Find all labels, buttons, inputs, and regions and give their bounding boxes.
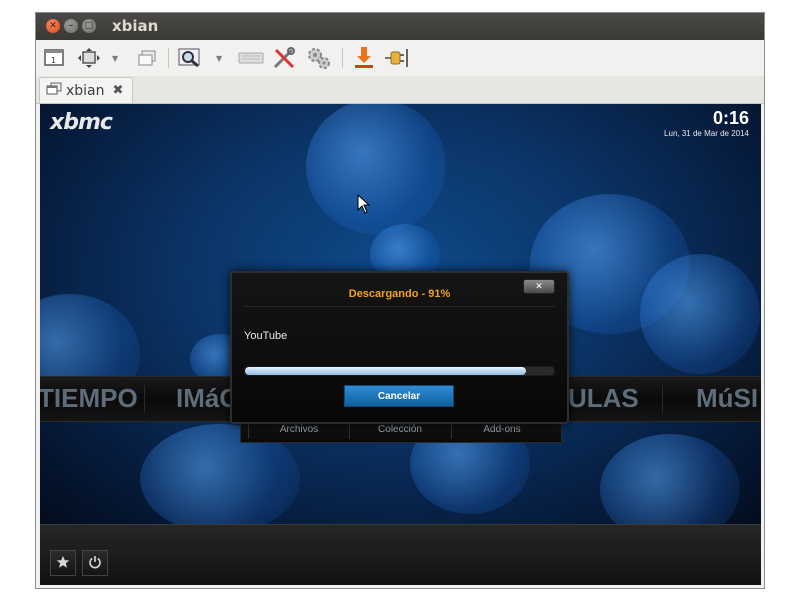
cancel-button[interactable]: Cancelar (344, 385, 454, 407)
maximize-window-button[interactable]: □ (82, 19, 96, 33)
power-button[interactable] (82, 550, 108, 576)
tools-icon[interactable] (272, 47, 296, 69)
download-item-label: YouTube (244, 330, 288, 342)
download-progress-fill (245, 367, 527, 375)
close-window-button[interactable]: ✕ (46, 19, 60, 33)
svg-text:1: 1 (51, 56, 56, 65)
toolbar: 1 ▼ ▼ (36, 40, 764, 76)
close-tab-icon[interactable]: ✖ (113, 83, 124, 98)
tab-bar: xbian ✖ (36, 76, 764, 104)
minimize-window-button[interactable]: – (64, 19, 78, 33)
download-icon[interactable] (352, 47, 376, 69)
submenu-item-files[interactable]: Archivos (249, 424, 349, 435)
dialog-close-button[interactable]: ✕ (523, 279, 555, 294)
submenu-item-addons[interactable]: Add-ons (452, 424, 552, 435)
download-dialog: Descargando - 91% ✕ YouTube Cancelar (230, 271, 569, 424)
remote-screen[interactable]: xbmc 0:16 Lun, 31 de Mar de 2014 TIEMPO … (40, 104, 761, 585)
dialog-divider (244, 306, 555, 307)
menu-item-weather[interactable]: TIEMPO (40, 383, 138, 414)
screen-icon[interactable]: 1 (42, 47, 66, 69)
date-label: Lun, 31 de Mar de 2014 (664, 129, 749, 138)
chevron-down-icon[interactable]: ▼ (216, 54, 222, 63)
tab-xbian[interactable]: xbian ✖ (39, 77, 133, 103)
clock: 0:16 (712, 108, 749, 128)
window-title: xbian (112, 17, 159, 35)
window-icon[interactable] (136, 47, 158, 69)
tab-label: xbian (66, 82, 105, 99)
xbmc-footer (40, 524, 761, 585)
settings-icon[interactable] (306, 47, 332, 69)
fit-icon[interactable] (76, 47, 102, 69)
menu-item-movies[interactable]: ULAS (568, 383, 639, 414)
submenu-item-collection[interactable]: Colección (350, 424, 450, 435)
chevron-down-icon[interactable]: ▼ (112, 54, 118, 63)
screen-icon (46, 81, 62, 100)
favourites-button[interactable] (50, 550, 76, 576)
menu-item-music[interactable]: MúSI (696, 383, 758, 414)
window-titlebar[interactable]: ✕ – □ xbian (36, 13, 764, 40)
zoom-icon[interactable] (178, 47, 202, 69)
mouse-cursor-icon (357, 193, 371, 218)
vnc-window: ✕ – □ xbian 1 ▼ ▼ xbian ✖ xbmc 0:16 Lun,… (35, 12, 765, 589)
keyboard-icon[interactable] (238, 47, 264, 69)
xbmc-logo: xbmc (50, 110, 113, 135)
star-icon (56, 554, 70, 573)
plug-icon[interactable] (384, 47, 410, 69)
download-progress-bar (244, 366, 555, 376)
dialog-title: Descargando - 91% (348, 288, 451, 300)
power-icon (88, 554, 102, 573)
